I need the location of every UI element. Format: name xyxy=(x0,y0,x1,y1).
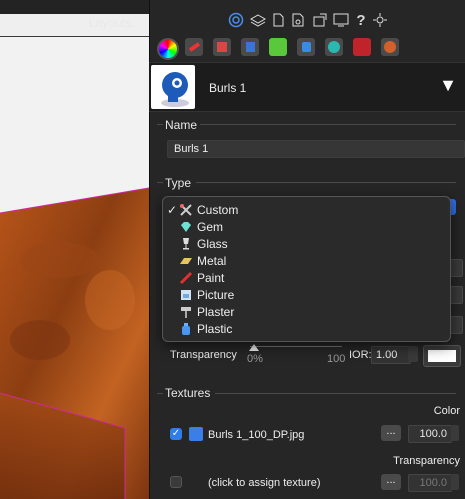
transparency-label: Transparency xyxy=(170,349,237,361)
monitor-icon[interactable] xyxy=(332,12,350,30)
section-line xyxy=(196,182,456,183)
tools-icon xyxy=(180,204,192,216)
metal-icon xyxy=(180,258,192,264)
move-icon[interactable] xyxy=(371,12,389,30)
type-dropdown-menu[interactable]: ✓ Custom Gem Glass Metal Paint Picture P… xyxy=(162,196,451,342)
brush-icon[interactable] xyxy=(185,38,203,56)
assign-texture-link[interactable]: (click to assign texture) xyxy=(208,477,320,489)
layers-icon[interactable] xyxy=(249,12,267,30)
menu-item-plastic[interactable]: Plastic xyxy=(163,321,450,338)
section-line xyxy=(200,124,456,125)
3d-viewport[interactable]: Layouts... xyxy=(0,0,149,499)
texture-transparency-checkbox[interactable] xyxy=(170,476,182,488)
color-wheel-icon[interactable] xyxy=(157,38,179,60)
textures-section-title: Textures xyxy=(165,386,211,400)
document-icon[interactable] xyxy=(269,12,287,30)
texture-enable-checkbox[interactable]: ✓ xyxy=(170,428,182,440)
export-icon[interactable] xyxy=(311,12,329,30)
wood-box-render[interactable] xyxy=(0,0,149,499)
menu-item-glass[interactable]: Glass xyxy=(163,236,450,253)
transparency-slider[interactable] xyxy=(250,346,342,347)
section-line xyxy=(157,124,163,125)
menu-item-gem[interactable]: Gem xyxy=(163,219,450,236)
checkmark-icon: ✓ xyxy=(167,203,178,217)
texture-color-label: Color xyxy=(433,405,460,417)
material-toolbar xyxy=(149,36,465,60)
browse-texture-button[interactable]: ... xyxy=(381,425,401,441)
param-stepper[interactable] xyxy=(449,316,463,334)
section-line xyxy=(157,182,163,183)
glass-icon xyxy=(183,238,189,250)
picture-icon xyxy=(181,290,191,300)
texture-transparency-stepper[interactable] xyxy=(451,474,459,490)
texture-map-icon[interactable] xyxy=(213,38,231,56)
ior-stepper[interactable] xyxy=(408,346,418,362)
target-icon[interactable] xyxy=(227,12,245,30)
texture-file-icon xyxy=(189,427,203,441)
ior-input[interactable]: 1.00 xyxy=(371,346,411,364)
ior-label: IOR: xyxy=(349,349,372,361)
material-title: Burls 1 xyxy=(209,81,247,95)
browse-transparency-texture-button[interactable]: ... xyxy=(381,474,401,490)
texture-transparency-label: Transparency xyxy=(393,455,460,467)
transparency-color-swatch[interactable] xyxy=(423,345,461,367)
scene-icon[interactable] xyxy=(289,12,307,30)
sphere-icon[interactable] xyxy=(381,38,399,56)
menu-item-paint[interactable]: Paint xyxy=(163,270,450,287)
texture-color-stepper[interactable] xyxy=(451,425,459,441)
texture-transparency-strength-input[interactable]: 100.0 xyxy=(408,474,452,492)
type-section-title: Type xyxy=(165,176,192,190)
section-line xyxy=(157,393,163,394)
menu-item-plaster[interactable]: Plaster xyxy=(163,304,450,321)
material-preview-icon xyxy=(161,72,189,107)
help-icon[interactable]: ? xyxy=(352,12,370,30)
plaster-icon xyxy=(181,307,191,318)
name-section-title: Name xyxy=(165,118,198,132)
bump-icon[interactable] xyxy=(269,38,287,56)
main-toolbar: ? xyxy=(149,12,465,34)
transparency-max-label: 100 xyxy=(327,353,346,365)
param-stepper[interactable] xyxy=(449,286,463,304)
transparency-min-label: 0% xyxy=(247,353,263,365)
param-stepper[interactable] xyxy=(449,259,463,277)
render-box-icon[interactable] xyxy=(353,38,371,56)
transparency-slider-knob[interactable] xyxy=(249,344,259,351)
material-menu-arrow[interactable]: ▼ xyxy=(439,75,457,96)
material-header[interactable]: Burls 1 ▼ xyxy=(149,62,465,112)
menu-item-picture[interactable]: Picture xyxy=(163,287,450,304)
texture-color-strength-input[interactable]: 100.0 xyxy=(408,425,452,443)
paint-icon xyxy=(179,271,193,285)
material-thumbnail[interactable] xyxy=(151,65,195,109)
cube-icon[interactable] xyxy=(241,38,259,56)
gem-icon xyxy=(181,222,191,232)
environment-icon[interactable] xyxy=(325,38,343,56)
plastic-icon xyxy=(182,323,190,335)
section-line xyxy=(215,393,456,394)
light-icon[interactable] xyxy=(297,38,315,56)
menu-item-custom[interactable]: ✓ Custom xyxy=(163,202,450,219)
texture-file-name[interactable]: Burls 1_100_DP.jpg xyxy=(208,429,304,441)
material-name-input[interactable]: Burls 1 xyxy=(167,140,465,158)
menu-item-metal[interactable]: Metal xyxy=(163,253,450,270)
